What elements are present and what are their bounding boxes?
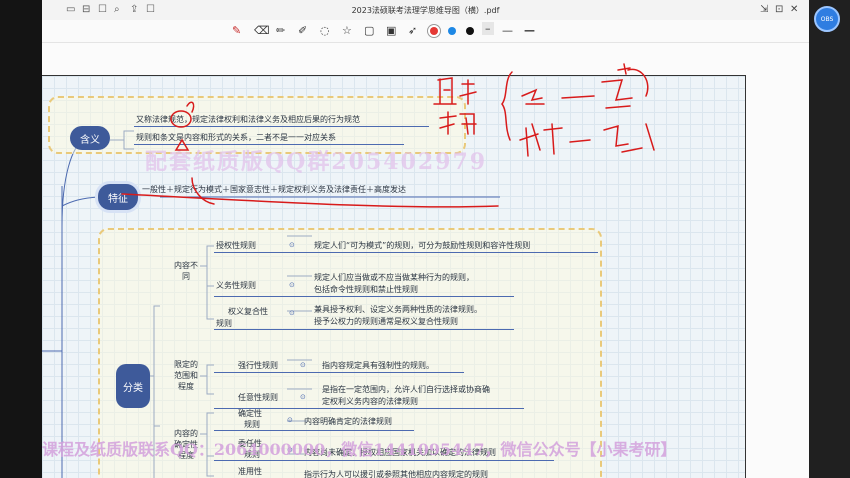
close-icon[interactable]: ✕	[790, 4, 798, 15]
collapse-toggle-icon[interactable]: ⊙	[300, 393, 306, 401]
meaning-line-2: 规则和条文是内容和形式的关系，二者不是一一对应关系	[136, 133, 336, 142]
avatar-label: OBS	[820, 15, 834, 23]
group-scope-label-1: 限定的	[174, 360, 198, 369]
thin-stroke-icon[interactable]: –	[482, 22, 494, 35]
pointer-tool-icon[interactable]: ➶	[408, 24, 417, 37]
thick-stroke-icon[interactable]: —	[524, 24, 535, 37]
right-gutter	[809, 0, 850, 478]
meaning-node-label: 含义	[80, 134, 100, 146]
blue-color-swatch[interactable]	[448, 27, 456, 35]
mandatory-rule-desc: 指内容规定具有强制性的规则。	[322, 361, 434, 370]
black-color-swatch[interactable]	[466, 27, 474, 35]
tile-icon[interactable]: ⊡	[775, 4, 783, 15]
meaning-node[interactable]: 含义	[70, 126, 110, 150]
window-title: 2023法硕联考法理学思维导图（横）.pdf	[351, 6, 500, 15]
collapse-toggle-icon[interactable]: ⊙	[287, 416, 293, 424]
mandatory-underline	[214, 372, 464, 373]
compound-rule-name-2: 规则	[216, 319, 232, 328]
recorder-avatar[interactable]: OBS	[814, 6, 840, 32]
pen-tool-icon[interactable]: ✎	[232, 24, 241, 37]
obligatory-rule-desc-2: 包括命令性规则和禁止性规则	[314, 285, 418, 294]
classification-node-label: 分类	[123, 382, 143, 394]
referential-rule-name-1: 准用性	[238, 467, 262, 476]
features-node[interactable]: 特征	[98, 184, 138, 210]
referential-rule-desc: 指示行为人可以援引或参照其他相应内容规定的规则	[304, 470, 488, 478]
pencil-tool-icon[interactable]: ✏	[276, 24, 285, 37]
authorizing-rule-desc: 规定人们“可为模式”的规则，可分为鼓励性规则和容许性规则	[314, 241, 531, 250]
optional-rule-desc-2: 定权利义务内容的法律规则	[322, 397, 418, 406]
watermark-contact: 课程及纸质版联系QQ：2064000000，微信1441095447，微信公众号…	[42, 440, 677, 459]
group-scope-label-3: 程度	[178, 382, 194, 391]
title-bar: ▭ ⊟ ☐ ⌕ ⇪ ☐ 2023法硕联考法理学思维导图（横）.pdf ⇲ ⊡ ✕	[42, 0, 809, 21]
meaning-line-1-underline	[134, 126, 429, 127]
document-canvas[interactable]: 含义 又称法律规范，规定法律权利和法律义务及相应后果的行为规范 规则和条文是内容…	[42, 43, 809, 478]
lasso-tool-icon[interactable]: ◌	[320, 24, 330, 37]
compound-underline	[214, 329, 514, 330]
definite-underline	[214, 430, 414, 431]
meaning-line-1: 又称法律规范，规定法律权利和法律义务及相应后果的行为规范	[136, 115, 360, 124]
group-content-label: 内容不同	[174, 261, 198, 281]
shape-tool-icon[interactable]: ☆	[342, 24, 352, 37]
export-icon[interactable]: ⇲	[760, 4, 768, 15]
mindmap-page: 含义 又称法律规范，规定法律权利和法律义务及相应后果的行为规范 规则和条文是内容…	[42, 75, 746, 478]
definite-rule-name-2: 规则	[244, 420, 260, 429]
obligatory-rule-desc-1: 规定人们应当做或不应当做某种行为的规则，	[314, 273, 474, 282]
mandatory-rule-name: 强行性规则	[238, 361, 278, 370]
red-color-swatch[interactable]	[430, 27, 438, 35]
obligatory-underline	[214, 296, 514, 297]
compound-rule-name-1: 权义复合性	[228, 307, 268, 316]
compound-rule-desc-1: 兼具授予权利、设定义务两种性质的法律规则。	[314, 305, 482, 314]
collapse-toggle-icon[interactable]: ⊙	[289, 241, 295, 249]
group-scope-label-2: 范围和	[174, 371, 198, 380]
annotation-toolbar: ✎ ⌫ ✏ ✐ ◌ ☆ ▢ ▣ ➶ – — —	[42, 20, 809, 43]
collapse-toggle-icon[interactable]: ⊙	[289, 281, 295, 289]
features-node-label: 特征	[108, 193, 128, 205]
watermark-qq-group: 配套纸质版QQ群205402979	[145, 149, 488, 175]
collapse-toggle-icon[interactable]: ⊙	[300, 361, 306, 369]
eraser-tool-icon[interactable]: ⌫	[254, 24, 270, 37]
optional-rule-name: 任意性规则	[238, 393, 278, 402]
highlighter-tool-icon[interactable]: ✐	[298, 24, 307, 37]
image-tool-icon[interactable]: ▣	[386, 24, 396, 37]
delegated-underline	[214, 460, 554, 461]
medium-stroke-icon[interactable]: —	[502, 24, 513, 37]
compound-rule-desc-2: 授予公权力的规则通常是权义复合性规则	[314, 317, 458, 326]
pdf-viewer-window: ▭ ⊟ ☐ ⌕ ⇪ ☐ 2023法硕联考法理学思维导图（横）.pdf ⇲ ⊡ ✕…	[42, 0, 809, 478]
authorizing-underline	[214, 252, 598, 253]
collapse-toggle-icon[interactable]: ⊙	[289, 309, 295, 317]
obligatory-rule-name: 义务性规则	[216, 281, 256, 290]
classification-node[interactable]: 分类	[116, 364, 150, 408]
text-tool-icon[interactable]: ▢	[364, 24, 374, 37]
definite-rule-desc: 内容明确肯定的法律规则	[304, 417, 392, 426]
optional-rule-desc-1: 是指在一定范围内，允许人们自行选择或协商确	[322, 385, 490, 394]
definite-rule-name-1: 确定性	[238, 409, 262, 418]
features-text: 一般性＋规定行为模式＋国家意志性＋规定权利义务及法律责任＋高度发达	[142, 185, 406, 194]
authorizing-rule-name: 授权性规则	[216, 241, 256, 250]
